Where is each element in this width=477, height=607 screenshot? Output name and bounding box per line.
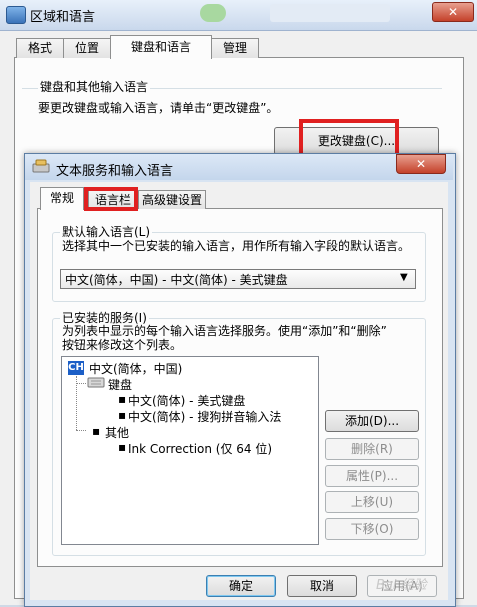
chevron-down-icon[interactable]: ▼ [400, 272, 408, 283]
move-up-button[interactable]: 上移(U) [325, 491, 419, 513]
add-service-button[interactable]: 添加(D)... [325, 410, 419, 432]
blurred-taskbar-icon [200, 4, 226, 22]
properties-button[interactable]: 属性(P)... [325, 465, 419, 487]
move-down-button[interactable]: 下移(O) [325, 518, 419, 540]
outer-window-title: 区域和语言 [30, 10, 96, 25]
tab-general[interactable]: 常规 [40, 187, 84, 210]
dialog-close-button[interactable]: ✕ [396, 154, 446, 174]
default-language-dropdown[interactable]: 中文(简体，中国) - 中文(简体) - 美式键盘 [60, 269, 416, 289]
default-language-description: 选择其中一个已安装的输入语言，用作所有输入字段的默认语言。 [62, 239, 411, 253]
tree-bullet: ▪ [118, 392, 127, 406]
remove-service-button[interactable]: 删除(R) [325, 438, 419, 460]
tree-item-language[interactable]: 中文(简体，中国) [89, 360, 182, 377]
tab-format[interactable]: 格式 [16, 38, 64, 58]
tree-bullet: ▪ [118, 440, 127, 454]
ok-button[interactable]: 确定 [206, 575, 276, 597]
keyboard-icon [87, 377, 105, 388]
tab-advanced-key-settings[interactable]: 高级键设置 [138, 190, 206, 209]
cancel-button[interactable]: 取消 [287, 575, 357, 597]
tree-item-other-1[interactable]: Ink Correction (仅 64 位) [128, 440, 272, 457]
language-badge: CH [68, 361, 84, 375]
watermark: Bai 经验 [376, 578, 427, 593]
tab-language-bar[interactable]: 语言栏 [88, 190, 138, 209]
outer-close-button[interactable]: ✕ [432, 2, 474, 22]
change-keyboards-button[interactable]: 更改键盘(C)... [274, 127, 439, 155]
tab-keyboards-languages[interactable]: 键盘和语言 [110, 35, 212, 59]
tree-item-keyboard[interactable]: 键盘 [108, 376, 132, 393]
tree-connector [76, 376, 77, 430]
globe-icon [6, 6, 26, 24]
installed-services-description-line2: 按钮来修改这个列表。 [62, 338, 183, 352]
tree-item-other[interactable]: 其他 [105, 424, 129, 441]
outer-title-bar[interactable]: 区域和语言 [0, 0, 477, 31]
dialog-title: 文本服务和输入语言 [56, 164, 174, 179]
tree-bullet: ▪ [118, 408, 127, 422]
tree-item-keyboard-2[interactable]: 中文(简体) - 搜狗拼音输入法 [128, 408, 281, 425]
tree-bullet: ▪ [92, 424, 101, 438]
outer-group-description: 要更改键盘或输入语言，请单击“更改键盘”。 [38, 101, 279, 115]
keyboard-icon [32, 159, 50, 173]
tree-connector [76, 430, 86, 431]
tree-item-keyboard-1[interactable]: 中文(简体) - 美式键盘 [128, 392, 245, 409]
tab-location[interactable]: 位置 [63, 38, 111, 58]
outer-group-title: 键盘和其他输入语言 [38, 78, 151, 95]
tab-administrative[interactable]: 管理 [211, 38, 259, 58]
tree-connector [76, 383, 86, 384]
blurred-background-strip [270, 4, 390, 22]
